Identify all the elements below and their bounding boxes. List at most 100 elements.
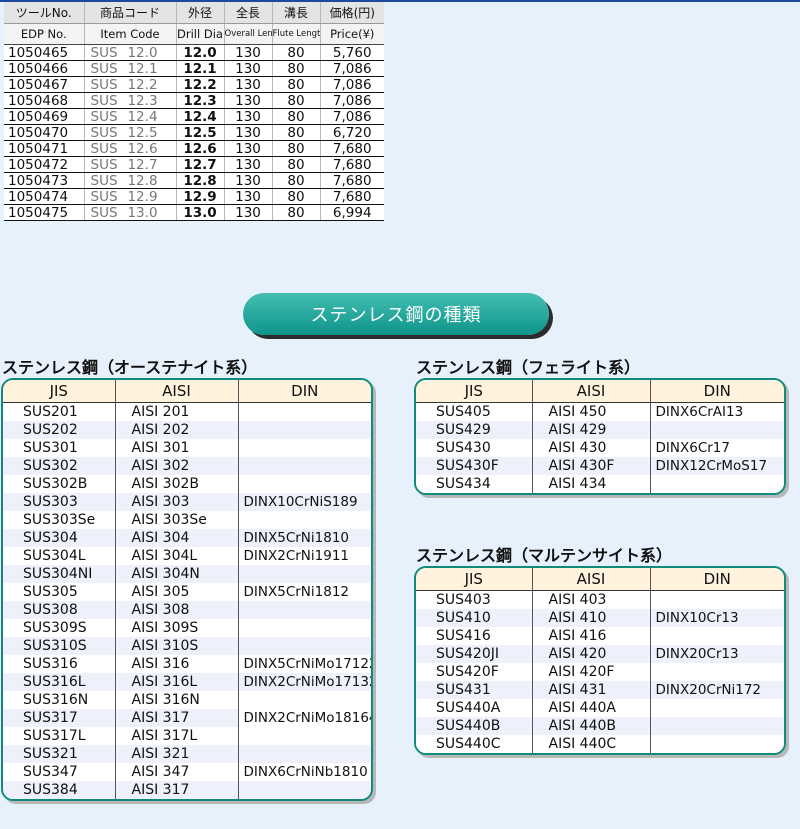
item-code-cell: SUS 12.7 <box>83 156 176 173</box>
din-cell: DINX5CrNiMo17122 <box>237 655 371 673</box>
price-cell: 5,760 <box>319 44 384 61</box>
austenitic-table: JIS AISI DIN SUS201 AISI 201 SUS202 AISI 20… <box>1 378 373 801</box>
drill-dia-cell: 12.4 <box>175 108 224 125</box>
jis-cell: SUS301 <box>3 439 115 457</box>
price-row: 1050472 SUS 12.7 12.7 130 80 7,680 <box>4 156 384 173</box>
din-cell: DINX20Cr13 <box>649 645 784 663</box>
aisi-cell: AISI 308 <box>114 601 238 619</box>
drill-dia-cell: 12.5 <box>175 124 224 141</box>
martensitic-header: JIS AISI DIN <box>416 568 784 591</box>
item-code-prefix: SUS <box>90 76 118 93</box>
col-dia-en: Drill Dia <box>175 23 224 45</box>
jis-cell: SUS430 <box>416 439 532 457</box>
edp-cell: 1050467 <box>4 76 84 93</box>
item-code-cell: SUS 12.9 <box>83 188 176 205</box>
din-cell <box>237 781 371 799</box>
item-code-cell: SUS 12.4 <box>83 108 176 125</box>
section-banner: ステンレス鋼の種類 <box>243 293 549 335</box>
col-dia-jp: 外径 <box>175 2 224 24</box>
overall-length-cell: 130 <box>223 156 272 173</box>
item-code-prefix: SUS <box>90 188 118 205</box>
jis-cell: SUS347 <box>3 763 115 781</box>
ferritic-row: SUS434 AISI 434 <box>416 475 784 493</box>
aisi-cell: AISI 420 <box>531 645 650 663</box>
item-code-cell: SUS 12.8 <box>83 172 176 189</box>
jis-cell: SUS429 <box>416 421 532 439</box>
austenitic-row: SUS316 AISI 316 DINX5CrNiMo17122 <box>3 655 371 673</box>
col-flute-jp: 溝長 <box>271 2 320 24</box>
martensitic-row: SUS431 AISI 431 DINX20CrNi172 <box>416 681 784 699</box>
col-edp-en: EDP No. <box>4 23 84 45</box>
price-row: 1050465 SUS 12.0 12.0 130 80 5,760 <box>4 44 384 61</box>
din-cell: DINX2CrNi1911 <box>237 547 371 565</box>
item-code-prefix: SUS <box>90 156 118 173</box>
item-code-prefix: SUS <box>90 140 118 157</box>
drill-dia-cell: 12.8 <box>175 172 224 189</box>
din-cell <box>237 402 371 421</box>
martensitic-row: SUS440A AISI 440A <box>416 699 784 717</box>
ferritic-row: SUS429 AISI 429 <box>416 421 784 439</box>
jis-cell: SUS384 <box>3 781 115 799</box>
header-jis: JIS <box>3 380 115 403</box>
drill-dia-cell: 12.0 <box>175 44 224 61</box>
jis-cell: SUS304L <box>3 547 115 565</box>
aisi-cell: AISI 303Se <box>114 511 238 529</box>
header-din: DIN <box>649 380 784 403</box>
item-code-number: 12.3 <box>127 92 158 109</box>
din-cell <box>649 421 784 439</box>
price-cell: 7,086 <box>319 92 384 109</box>
price-cell: 7,680 <box>319 156 384 173</box>
aisi-cell: AISI 347 <box>114 763 238 781</box>
col-edp-jp: ツールNo. <box>4 2 84 24</box>
col-overall-jp: 全長 <box>223 2 272 24</box>
jis-cell: SUS310S <box>3 637 115 655</box>
din-cell: DINX6Cr17 <box>649 439 784 457</box>
overall-length-cell: 130 <box>223 124 272 141</box>
price-cell: 7,086 <box>319 60 384 77</box>
din-cell <box>649 475 784 493</box>
price-cell: 6,994 <box>319 204 384 221</box>
item-code-number: 12.6 <box>127 140 158 157</box>
din-cell <box>237 421 371 439</box>
din-cell: DINX6CrAI13 <box>649 402 784 421</box>
austenitic-row: SUS304NI AISI 304N <box>3 565 371 583</box>
overall-length-cell: 130 <box>223 76 272 93</box>
martensitic-title: ステンレス鋼（マルテンサイト系） <box>416 546 673 565</box>
din-cell <box>649 699 784 717</box>
price-row: 1050470 SUS 12.5 12.5 130 80 6,720 <box>4 124 384 141</box>
aisi-cell: AISI 317 <box>114 709 238 727</box>
item-code-number: 12.8 <box>127 172 158 189</box>
price-table-header-en: EDP No. Item Code Drill Dia Overall Leng… <box>4 23 384 45</box>
austenitic-row: SUS302 AISI 302 <box>3 457 371 475</box>
aisi-cell: AISI 316L <box>114 673 238 691</box>
din-cell: DINX5CrNi1810 <box>237 529 371 547</box>
header-aisi: AISI <box>531 568 650 591</box>
item-code-prefix: SUS <box>90 204 118 221</box>
drill-dia-cell: 12.7 <box>175 156 224 173</box>
edp-cell: 1050465 <box>4 44 84 61</box>
edp-cell: 1050466 <box>4 60 84 77</box>
austenitic-row: SUS302B AISI 302B <box>3 475 371 493</box>
header-din: DIN <box>237 380 371 403</box>
aisi-cell: AISI 410 <box>531 609 650 627</box>
jis-cell: SUS420JI <box>416 645 532 663</box>
flute-length-cell: 80 <box>271 44 320 61</box>
martensitic-row: SUS440C AISI 440C <box>416 735 784 753</box>
price-table-header-jp: ツールNo. 商品コード 外径 全長 溝長 価格(円) <box>4 2 384 24</box>
jis-cell: SUS201 <box>3 402 115 421</box>
item-code-number: 12.7 <box>127 156 158 173</box>
din-cell <box>237 511 371 529</box>
austenitic-row: SUS309S AISI 309S <box>3 619 371 637</box>
aisi-cell: AISI 304 <box>114 529 238 547</box>
drill-dia-cell: 13.0 <box>175 204 224 221</box>
austenitic-row: SUS304L AISI 304L DINX2CrNi1911 <box>3 547 371 565</box>
overall-length-cell: 130 <box>223 44 272 61</box>
price-cell: 7,086 <box>319 108 384 125</box>
edp-cell: 1050473 <box>4 172 84 189</box>
item-code-number: 12.0 <box>127 44 158 61</box>
price-row: 1050474 SUS 12.9 12.9 130 80 7,680 <box>4 188 384 205</box>
aisi-cell: AISI 310S <box>114 637 238 655</box>
item-code-cell: SUS 12.5 <box>83 124 176 141</box>
ferritic-header: JIS AISI DIN <box>416 380 784 403</box>
jis-cell: SUS303Se <box>3 511 115 529</box>
